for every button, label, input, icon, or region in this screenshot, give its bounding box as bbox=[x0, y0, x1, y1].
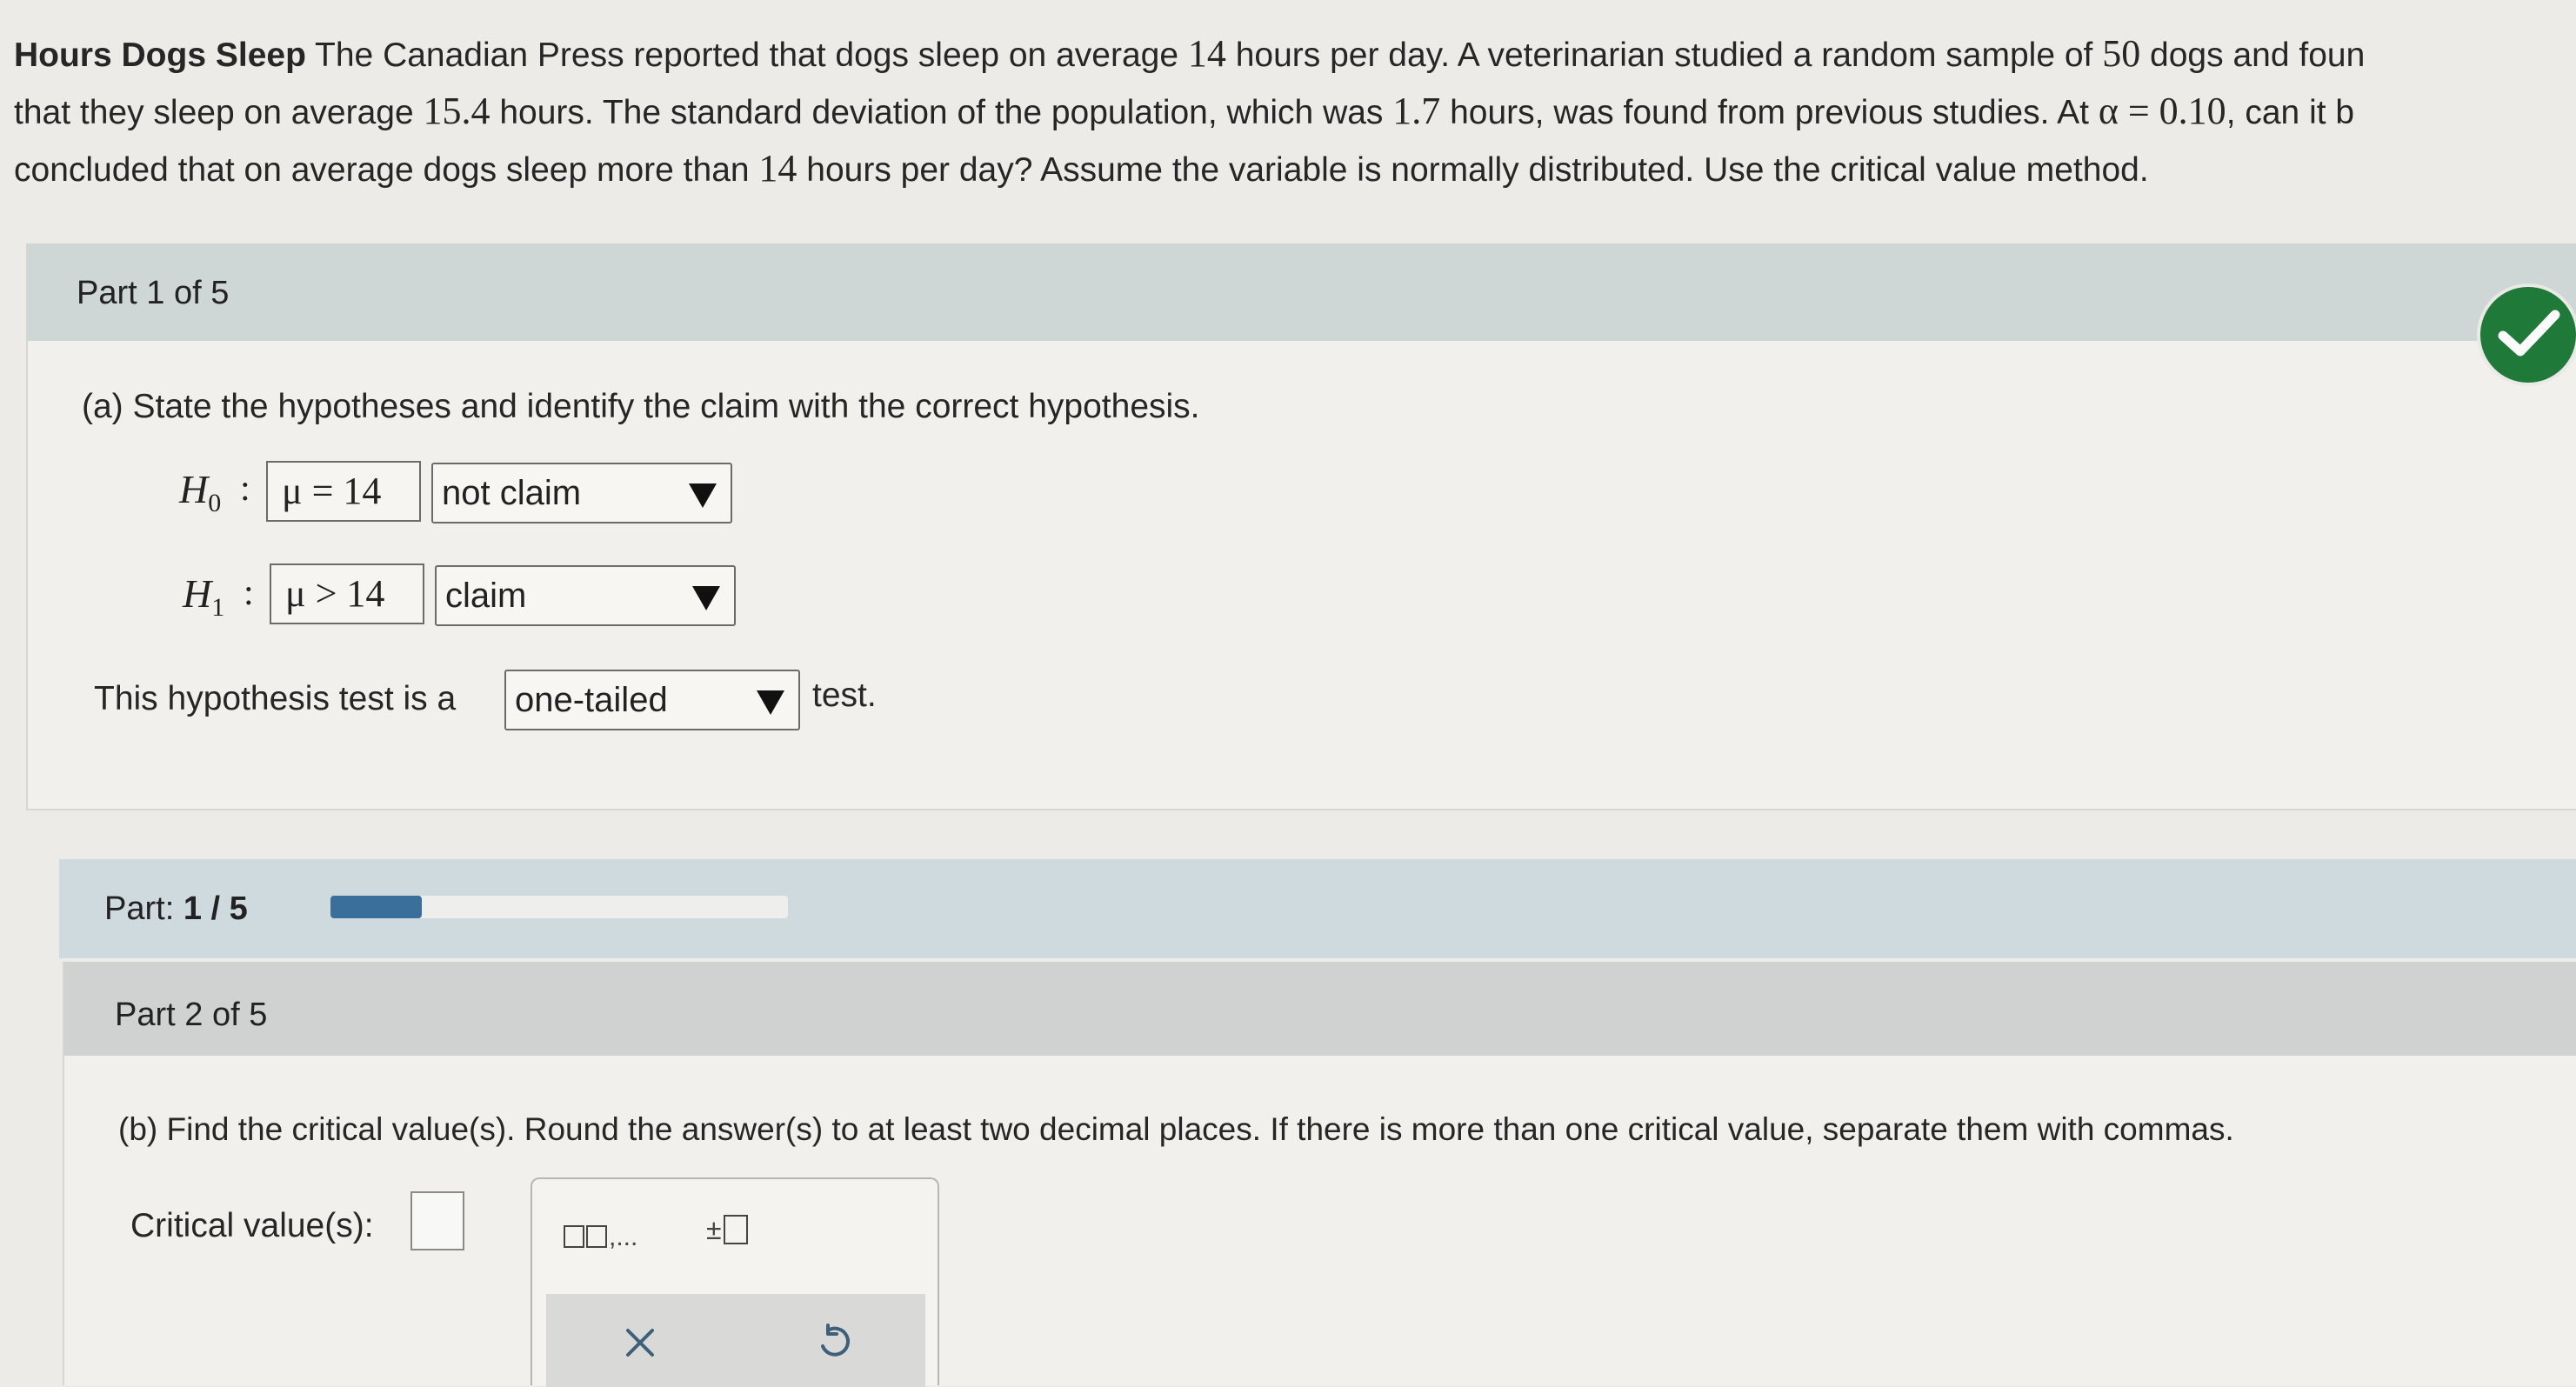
part-1-title: Part 1 of 5 bbox=[77, 275, 230, 311]
critical-value-input[interactable] bbox=[410, 1191, 464, 1250]
problem-line-1: Hours Dogs Sleep The Canadian Press repo… bbox=[14, 32, 2366, 75]
clear-button[interactable] bbox=[624, 1327, 656, 1363]
test-type-value: one-tailed bbox=[515, 681, 668, 719]
math-keypad: ,... ± bbox=[531, 1177, 939, 1387]
progress-bar-section: Part: 1 / 5 bbox=[59, 859, 2576, 958]
undo-button[interactable] bbox=[818, 1324, 851, 1366]
problem-statement: Hours Dogs Sleep The Canadian Press repo… bbox=[14, 26, 2571, 198]
chevron-down-icon bbox=[689, 483, 717, 508]
close-icon bbox=[626, 1329, 654, 1357]
h0-colon: : bbox=[240, 469, 250, 509]
box-icon bbox=[564, 1225, 584, 1248]
part-2-question: (b) Find the critical value(s). Round th… bbox=[118, 1111, 2234, 1147]
problem-line-2: that they sleep on average 15.4 hours. T… bbox=[14, 90, 2355, 132]
part-1-panel: Part 1 of 5 bbox=[26, 243, 2576, 810]
progress-value: 1 / 5 bbox=[183, 890, 248, 927]
plus-minus-button[interactable]: ± bbox=[706, 1214, 748, 1246]
problem-title: Hours Dogs Sleep bbox=[14, 37, 306, 74]
h1-claim-select[interactable]: claim bbox=[435, 565, 736, 626]
keypad-actions bbox=[546, 1294, 925, 1387]
box-icon bbox=[723, 1215, 748, 1244]
h1-value-box[interactable]: μ > 14 bbox=[270, 563, 424, 624]
list-template-button[interactable]: ,... bbox=[564, 1223, 637, 1252]
progress-track bbox=[330, 896, 788, 918]
part-2-header[interactable]: Part 2 of 5 bbox=[64, 962, 2576, 1056]
chevron-down-icon bbox=[757, 690, 784, 715]
h1-claim-value: claim bbox=[445, 577, 527, 615]
h0-claim-select[interactable]: not claim bbox=[431, 463, 732, 523]
h0-claim-value: not claim bbox=[442, 474, 582, 512]
box-icon bbox=[586, 1225, 607, 1248]
test-type-prefix: This hypothesis test is a bbox=[94, 680, 457, 717]
progress-label: Part: 1 / 5 bbox=[104, 890, 248, 927]
part-1-question: (a) State the hypotheses and identify th… bbox=[82, 388, 1200, 425]
h0-label: H0 bbox=[179, 467, 222, 518]
check-icon bbox=[2480, 287, 2576, 383]
h1-label: H1 bbox=[183, 571, 225, 623]
test-type-suffix: test. bbox=[812, 677, 877, 714]
test-type-select[interactable]: one-tailed bbox=[504, 670, 800, 730]
part-1-header[interactable]: Part 1 of 5 bbox=[28, 243, 2576, 341]
undo-icon bbox=[821, 1324, 851, 1357]
progress-fill bbox=[330, 896, 423, 918]
part-2-title: Part 2 of 5 bbox=[115, 997, 268, 1033]
h1-colon: : bbox=[244, 573, 254, 613]
critical-value-label: Critical value(s): bbox=[130, 1207, 374, 1244]
h0-value-box[interactable]: μ = 14 bbox=[266, 461, 421, 522]
problem-line-3: concluded that on average dogs sleep mor… bbox=[14, 147, 2149, 190]
part-2-panel: Part 2 of 5 bbox=[63, 962, 2576, 1385]
chevron-down-icon bbox=[692, 586, 720, 610]
